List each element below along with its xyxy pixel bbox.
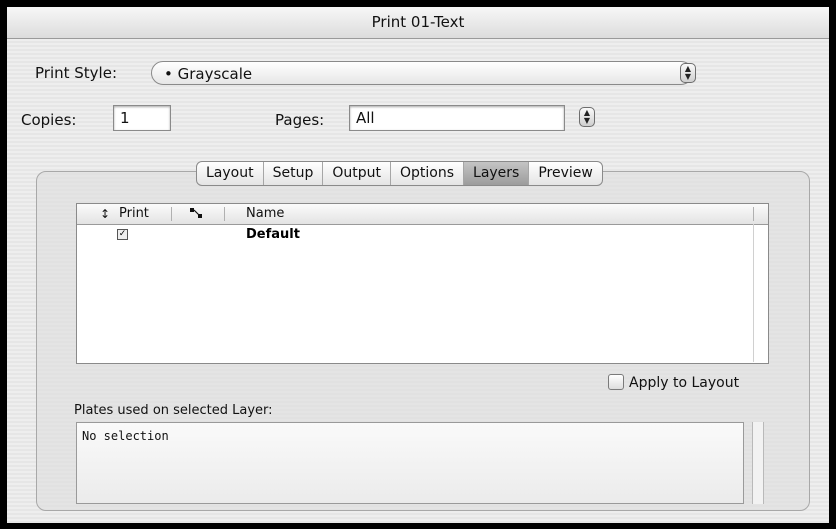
plates-scrollbar[interactable]: [752, 422, 764, 504]
apply-to-layout-label: Apply to Layout: [629, 375, 740, 391]
table-row[interactable]: ✓ Default: [77, 226, 768, 244]
column-divider: [171, 207, 172, 221]
tab-preview[interactable]: Preview: [529, 162, 602, 185]
plates-empty-text: No selection: [82, 429, 169, 443]
tab-bar: Layout Setup Output Options Layers Previ…: [196, 161, 603, 186]
print-style-popup[interactable]: • Grayscale: [151, 61, 693, 85]
layers-table-header: ↕ Print Name: [77, 204, 768, 225]
print-style-stepper-icon[interactable]: ▲ ▼: [680, 63, 696, 83]
table-scrollbar[interactable]: [753, 224, 768, 362]
window-title: Print 01-Text: [7, 7, 829, 39]
plates-label: Plates used on selected Layer:: [74, 403, 273, 418]
tab-output[interactable]: Output: [323, 162, 391, 185]
tab-options[interactable]: Options: [391, 162, 465, 185]
tab-setup[interactable]: Setup: [264, 162, 324, 185]
sort-arrows-icon[interactable]: ↕: [100, 204, 110, 224]
print-style-value: • Grayscale: [164, 65, 253, 83]
column-print[interactable]: Print: [119, 204, 149, 224]
print-style-label: Print Style:: [35, 64, 118, 82]
tab-layers[interactable]: Layers: [464, 162, 530, 185]
layer-name: Default: [246, 227, 300, 242]
print-dialog-window: Print 01-Text Print Style: • Grayscale ▲…: [7, 7, 829, 523]
apply-to-layout-checkbox[interactable]: [608, 374, 624, 390]
layers-table: ↕ Print Name ✓ Default: [76, 203, 769, 364]
pages-label: Pages:: [275, 111, 325, 129]
column-divider: [224, 207, 225, 221]
plates-list: No selection: [76, 422, 744, 504]
print-checkbox-checked[interactable]: ✓: [117, 229, 128, 240]
column-divider: [753, 207, 754, 221]
layer-link-icon[interactable]: [189, 206, 203, 226]
tab-layout[interactable]: Layout: [197, 162, 264, 185]
copies-label: Copies:: [21, 111, 77, 129]
copies-field[interactable]: 1: [113, 105, 171, 131]
pages-stepper-icon[interactable]: ▲ ▼: [579, 107, 595, 127]
pages-field[interactable]: All: [349, 105, 565, 131]
column-name[interactable]: Name: [246, 204, 284, 224]
